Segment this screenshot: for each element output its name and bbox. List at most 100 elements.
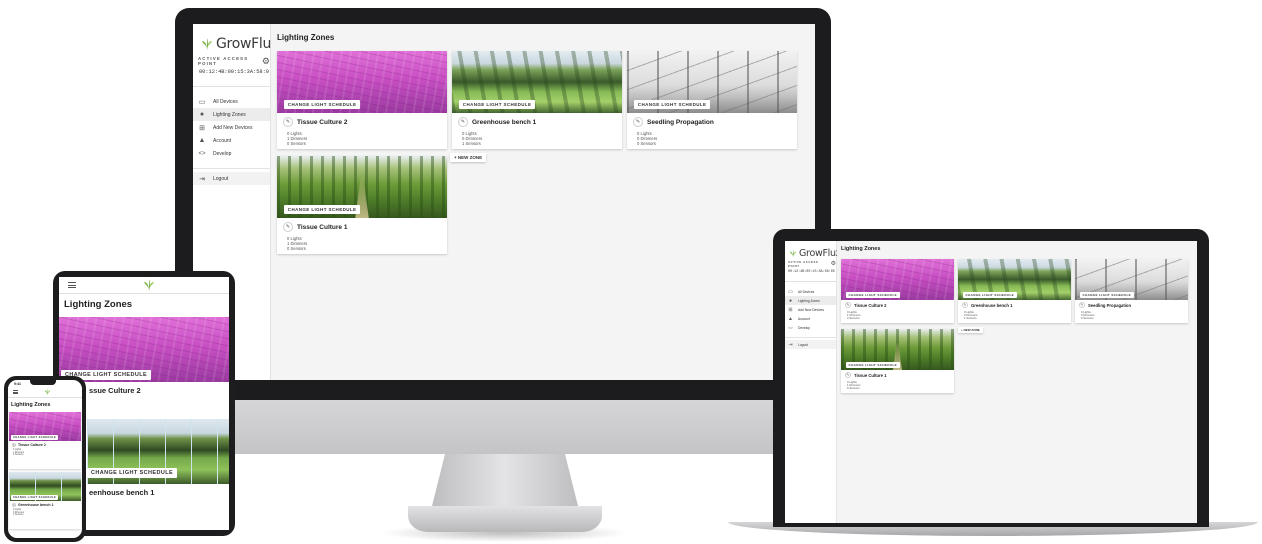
new-zone-button[interactable]: + NEW ZONE	[450, 153, 487, 162]
zone-photo: CHANGE LIGHT SCHEDULE	[452, 51, 622, 113]
change-light-schedule-button[interactable]: CHANGE LIGHT SCHEDULE	[87, 468, 178, 478]
change-light-schedule-button[interactable]: CHANGE LIGHT SCHEDULE	[845, 362, 901, 368]
edit-pencil-icon[interactable]: ✎	[1079, 302, 1085, 308]
edit-pencil-icon[interactable]: ✎	[962, 302, 968, 308]
leaf-logo-icon	[789, 249, 797, 258]
mobile-header	[8, 387, 82, 398]
hamburger-menu-icon[interactable]	[68, 282, 76, 288]
sidebar-divider	[785, 281, 836, 282]
zone-card: CHANGE LIGHT SCHEDULE ✎ Greenhouse bench…	[958, 259, 1071, 323]
leaf-logo-icon	[201, 37, 213, 51]
change-light-schedule-button[interactable]: CHANGE LIGHT SCHEDULE	[283, 100, 361, 109]
status-time: 9:41	[14, 382, 22, 386]
sidebar-item-account[interactable]: ▲ Account	[193, 134, 270, 147]
change-light-schedule-button[interactable]: CHANGE LIGHT SCHEDULE	[11, 495, 59, 500]
page-title: Lighting Zones	[64, 299, 133, 310]
change-light-schedule-button[interactable]: CHANGE LIGHT SCHEDULE	[283, 205, 361, 214]
zone-name[interactable]: Tissue Culture 2	[854, 303, 887, 308]
edit-pencil-icon[interactable]: ✎	[845, 372, 851, 378]
sidebar-item-add-new-devices[interactable]: ⊞ Add New Devices	[193, 121, 270, 134]
zone-card: CHANGE LIGHT SCHEDULE ✎ Tissue Culture 1…	[277, 156, 447, 254]
sensors-count: 0 Sensors	[637, 140, 656, 146]
zone-name[interactable]: Tissue Culture 1	[297, 224, 347, 231]
sidebar-item-lighting-zones[interactable]: ● Lighting Zones	[785, 296, 836, 305]
zone-card: CHANGE LIGHT SCHEDULE ✎ Seedling Propaga…	[1075, 259, 1188, 323]
zone-name[interactable]: eenhouse bench 1	[89, 488, 154, 497]
sidebar-item-account[interactable]: ▲ Account	[785, 314, 836, 323]
brand-name: GrowFlux	[799, 247, 841, 259]
laptop-bezel: GrowFlux ACTIVE ACCESS POINT ⚙ 00:12:4B:…	[773, 229, 1209, 527]
sidebar-item-all-devices[interactable]: ▭ All Devices	[785, 287, 836, 296]
sidebar-item-add-new-devices[interactable]: ⊞ Add New Devices	[785, 305, 836, 314]
change-light-schedule-button[interactable]: CHANGE LIGHT SCHEDULE	[458, 100, 536, 109]
person-icon: ▲	[198, 137, 206, 144]
zone-name[interactable]: Seedling Propagation	[647, 119, 714, 126]
zone-name[interactable]: Tissue Culture 2	[18, 443, 46, 447]
imac-screen: GrowFlux ACTIVE ACCESS POINT ⚙ 00:12:4B:…	[193, 24, 815, 380]
edit-pencil-icon[interactable]: ✎	[12, 443, 16, 447]
zone-photo: CHANGE LIGHT SCHEDULE	[59, 317, 229, 382]
zone-photo: CHANGE LIGHT SCHEDULE	[841, 329, 954, 370]
sidebar-item-all-devices[interactable]: ▭ All Devices	[193, 95, 270, 108]
sidebar-item-develop[interactable]: <> Develop	[193, 147, 270, 160]
add-device-icon: ⊞	[199, 124, 205, 132]
sidebar-item-label: All Devices	[213, 98, 238, 105]
change-light-schedule-button[interactable]: CHANGE LIGHT SCHEDULE	[11, 435, 59, 440]
zone-name[interactable]: Tissue Culture 1	[854, 373, 887, 378]
edit-pencil-icon[interactable]: ✎	[12, 503, 16, 507]
zone-counts: 0 Lights 0 Dimmers 1 Sensors	[452, 127, 622, 146]
code-icon: <>	[788, 325, 793, 330]
sidebar-item-logout[interactable]: ⇥ Logout	[193, 172, 270, 185]
change-light-schedule-button[interactable]: CHANGE LIGHT SCHEDULE	[962, 292, 1018, 298]
zone-card: CHANGE LIGHT SCHEDULE ✎ Tissue Culture 2…	[277, 51, 447, 149]
change-light-schedule-button[interactable]: CHANGE LIGHT SCHEDULE	[1079, 292, 1135, 298]
change-light-schedule-button[interactable]: CHANGE LIGHT SCHEDULE	[845, 292, 901, 298]
sidebar-item-logout[interactable]: ⇥ Logout	[785, 340, 836, 349]
settings-gear-icon[interactable]: ⚙	[831, 261, 836, 267]
imac-stand-neck	[430, 454, 580, 514]
leaf-logo-icon	[143, 278, 155, 292]
zone-name[interactable]: Greenhouse bench 1	[971, 303, 1012, 308]
sidebar-item-label: Lighting Zones	[213, 111, 246, 118]
change-light-schedule-button[interactable]: CHANGE LIGHT SCHEDULE	[633, 100, 711, 109]
add-device-icon: ⊞	[788, 306, 793, 313]
phone-notch	[30, 380, 56, 385]
new-zone-button[interactable]: + NEW ZONE	[958, 327, 983, 333]
imac-stand-foot	[408, 506, 602, 532]
zone-counts: 0 Lights 1 Dimmers 0 Sensors	[277, 232, 447, 251]
zone-name[interactable]: Greenhouse bench 1	[472, 119, 536, 126]
sidebar-item-label: Account	[798, 316, 810, 321]
zone-name[interactable]: Seedling Propagation	[1088, 303, 1131, 308]
zone-name[interactable]: Tissue Culture 2	[297, 119, 347, 126]
zone-card: CHANGE LIGHT SCHEDULE ✎ Tissue Culture 1…	[841, 329, 954, 393]
phone-screen: 9:41 Lighting Zones CHANGE LIGHT SCHEDUL…	[8, 380, 82, 538]
sidebar-item-label: Lighting Zones	[798, 298, 820, 303]
edit-pencil-icon[interactable]: ✎	[283, 117, 293, 127]
sidebar-item-label: Develop	[213, 150, 232, 157]
logout-icon: ⇥	[788, 341, 793, 348]
page-title: Lighting Zones	[11, 402, 51, 408]
edit-pencil-icon[interactable]: ✎	[633, 117, 643, 127]
access-point-value[interactable]: 00:12:4B:00:15:3A:58:05 (Dec	[193, 66, 269, 75]
zone-counts: 0 Lights 0 Dimmers 0 Sensors	[627, 127, 797, 146]
zone-photo: CHANGE LIGHT SCHEDULE	[9, 472, 81, 501]
logout-icon: ⇥	[199, 175, 205, 183]
zone-name[interactable]: Greenhouse bench 1	[18, 503, 54, 507]
page-title: Lighting Zones	[277, 33, 335, 42]
hamburger-menu-icon[interactable]	[13, 390, 18, 394]
sensors-count: 0 Sensors	[847, 386, 860, 391]
sidebar-item-lighting-zones[interactable]: ● Lighting Zones	[193, 108, 270, 121]
access-point-value[interactable]: 00:12:4B:00:15:3A:58:05 (Dec	[785, 268, 835, 274]
sidebar-item-develop[interactable]: <> Develop	[785, 323, 836, 332]
edit-pencil-icon[interactable]: ✎	[458, 117, 468, 127]
settings-gear-icon[interactable]: ⚙	[262, 56, 270, 66]
zone-counts: 0 Lights 1 Dimmers 0 Sensors	[841, 308, 954, 321]
sensors-count: 0 Sensors	[1081, 316, 1094, 321]
zone-photo: CHANGE LIGHT SCHEDULE	[87, 419, 229, 484]
edit-pencil-icon[interactable]: ✎	[283, 222, 293, 232]
page-title: Lighting Zones	[841, 246, 881, 252]
edit-pencil-icon[interactable]: ✎	[845, 302, 851, 308]
zone-counts: 0 Lights 1 Dimmers 0 Sensors	[841, 378, 954, 391]
zone-name[interactable]: ssue Culture 2	[89, 386, 141, 395]
sensors-count: 0 Sensors	[287, 245, 306, 251]
